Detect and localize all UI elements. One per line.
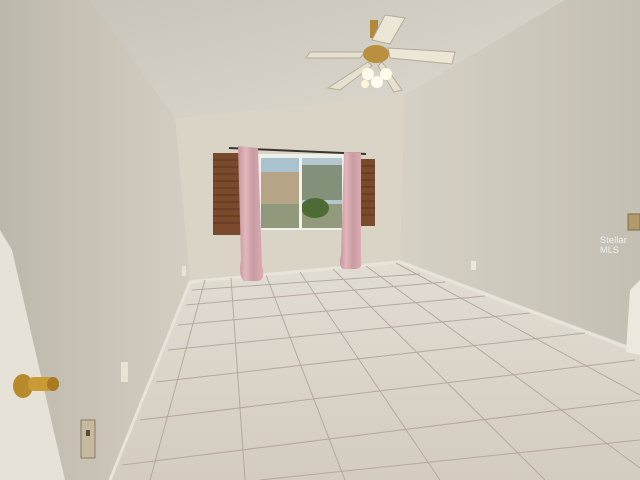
outlet-icon — [80, 419, 96, 459]
window — [257, 154, 346, 230]
right-shutter — [360, 159, 375, 226]
outlet-icon — [182, 266, 186, 276]
outlet-icon — [121, 362, 128, 382]
outlet-icon — [471, 261, 476, 270]
light-switch-icon[interactable] — [627, 213, 640, 231]
room-photo: Stellar MLS — [0, 0, 640, 480]
left-shutter — [213, 153, 241, 235]
room-scene — [0, 0, 640, 480]
watermark: Stellar MLS — [600, 235, 627, 255]
outlet-slot — [86, 430, 90, 436]
